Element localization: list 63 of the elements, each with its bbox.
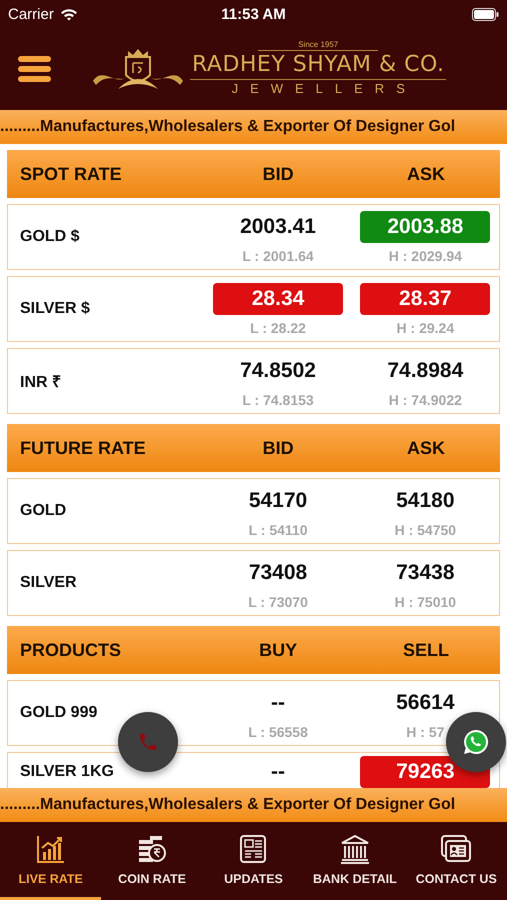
newspaper-icon: [239, 834, 268, 864]
column-header: SPOT RATE: [19, 164, 123, 184]
tab-item[interactable]: LIVE RATE: [0, 822, 102, 900]
status-time: 11:53 AM: [221, 6, 286, 22]
menu-icon[interactable]: [18, 56, 51, 82]
bid-price: --: [270, 759, 286, 785]
high-price: H : 2029.94: [388, 248, 462, 264]
low-price: L : 28.22: [250, 320, 306, 336]
column-header: BUY: [258, 640, 298, 660]
product-name: GOLD: [19, 502, 68, 520]
bid-price: 54170: [248, 488, 308, 514]
product-name: SILVER $: [19, 300, 91, 318]
tab-item[interactable]: CONTACT US: [406, 822, 507, 900]
low-price: L : 2001.64: [242, 248, 314, 264]
battery-icon: [472, 8, 499, 20]
low-price: L : 73070: [248, 594, 308, 610]
column-header: FUTURE RATE: [19, 438, 147, 458]
bid-price: 74.8502: [239, 358, 317, 384]
high-price: H : 75010: [394, 594, 456, 610]
column-header: BID: [262, 164, 295, 184]
high-price: H : 54750: [394, 522, 456, 538]
tab-item[interactable]: BANK DETAIL: [304, 822, 406, 900]
coins-icon: [136, 834, 168, 864]
column-header: SELL: [402, 640, 450, 660]
column-header: BID: [262, 438, 295, 458]
contact-card-icon: [440, 834, 472, 864]
tab-item[interactable]: COIN RATE: [101, 822, 203, 900]
carrier-label: Carrier: [8, 6, 54, 22]
column-header: PRODUCTS: [19, 640, 122, 660]
product-name: GOLD $: [19, 228, 81, 246]
column-header: ASK: [406, 438, 446, 458]
since-label: Since 1957: [258, 40, 378, 51]
wifi-icon: [60, 8, 78, 20]
bid-price: 28.34: [213, 282, 344, 314]
ask-price: 73438: [395, 560, 456, 586]
high-price: H : 74.9022: [388, 392, 462, 408]
bank-icon: [338, 834, 371, 864]
marquee-text: .........Manufactures,Wholesalers & Exporter Of Designer Gol: [0, 788, 507, 822]
column-header: ASK: [406, 164, 446, 184]
ask-price: 56614: [395, 690, 456, 716]
low-price: L : 56558: [248, 724, 308, 740]
low-price: L : 74.8153: [242, 392, 314, 408]
high-price: H : 57: [406, 724, 444, 740]
ask-price: 2003.88: [360, 210, 490, 242]
bid-price: 2003.41: [239, 214, 317, 240]
ask-price: 74.8984: [386, 358, 464, 384]
high-price: H : 29.24: [396, 320, 454, 336]
product-name: INR ₹: [19, 373, 62, 392]
phone-icon: [137, 731, 159, 753]
bid-price: --: [270, 690, 286, 716]
ask-price: 54180: [395, 488, 456, 514]
product-name: SILVER 1KG: [19, 762, 115, 782]
low-price: L : 54110: [248, 522, 308, 538]
brand-subtitle: JEWELLERS: [232, 80, 417, 98]
product-name: SILVER: [19, 574, 78, 592]
tab-item[interactable]: UPDATES: [202, 822, 304, 900]
bid-price: 73408: [248, 560, 308, 586]
chart-icon: [36, 834, 66, 864]
marquee-text: .........Manufactures,Wholesalers & Exporter Of Designer Gol: [0, 110, 507, 144]
ask-price: 28.37: [360, 282, 490, 314]
brand-name: RADHEY SHYAM & CO.: [190, 51, 446, 80]
product-name: GOLD 999: [19, 704, 98, 722]
whatsapp-icon: [461, 727, 491, 757]
